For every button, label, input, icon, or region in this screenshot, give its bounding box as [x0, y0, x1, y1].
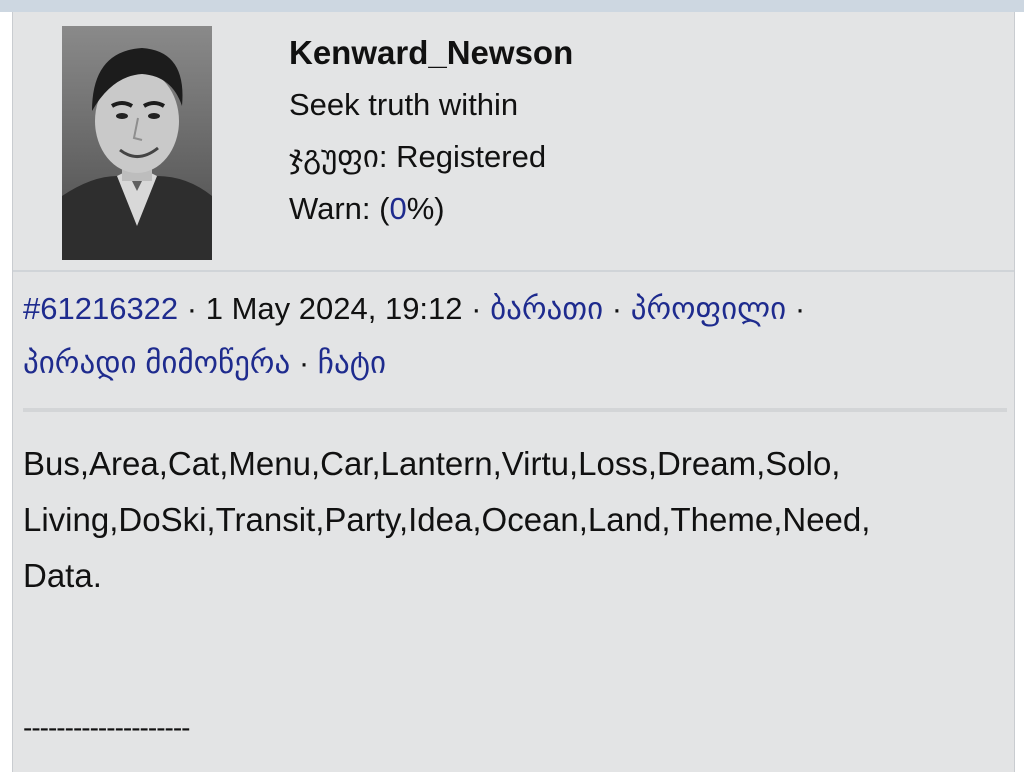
- group-value: Registered: [396, 139, 547, 174]
- content-divider: [23, 408, 1007, 412]
- post-body: Bus,Area,Cat,Menu,Car,Lantern,Virtu,Loss…: [23, 436, 1008, 604]
- warn-value[interactable]: 0: [389, 191, 406, 226]
- user-panel: Kenward_Newson Seek truth within ჯგუფი: …: [13, 12, 1014, 272]
- separator-dot: ·: [178, 291, 206, 326]
- post-id-link[interactable]: #61216322: [23, 291, 178, 326]
- post-body-line: Bus,Area,Cat,Menu,Car,Lantern,Virtu,Loss…: [23, 445, 841, 482]
- forum-post: Kenward_Newson Seek truth within ჯგუფი: …: [12, 12, 1015, 772]
- warn-suffix: %): [406, 191, 445, 226]
- post-body-line: Data.: [23, 557, 102, 594]
- card-link[interactable]: ბარათი: [490, 291, 603, 326]
- user-avatar-icon[interactable]: [62, 26, 212, 260]
- warn-label: Warn: (: [289, 191, 390, 226]
- user-status: Seek truth within: [289, 87, 519, 122]
- separator-dot: ·: [462, 291, 491, 326]
- profile-link[interactable]: პროფილი: [631, 291, 786, 326]
- post-datetime: 1 May 2024, 19:12: [205, 291, 463, 326]
- separator-dot: ·: [603, 291, 631, 326]
- user-info: Kenward_Newson Seek truth within ჯგუფი: …: [289, 34, 573, 242]
- separator-dot: ·: [786, 291, 806, 326]
- avatar-portrait-icon: [62, 26, 212, 260]
- post-meta: #61216322 · 1 May 2024, 19:12 · ბარათი ·…: [23, 282, 1003, 390]
- top-bar: [0, 0, 1024, 12]
- post-signature: --------------------: [23, 712, 190, 743]
- group-label: ჯგუფი:: [289, 139, 388, 174]
- username[interactable]: Kenward_Newson: [289, 34, 573, 86]
- chat-link[interactable]: ჩატი: [318, 345, 386, 380]
- warn-level: Warn: (0%): [289, 190, 573, 242]
- user-group: ჯგუფი: Registered: [289, 138, 573, 190]
- separator-dot: ·: [290, 345, 318, 380]
- post-body-line: Living,DoSki,Transit,Party,Idea,Ocean,La…: [23, 501, 871, 538]
- private-message-link[interactable]: პირადი მიმოწერა: [23, 345, 290, 380]
